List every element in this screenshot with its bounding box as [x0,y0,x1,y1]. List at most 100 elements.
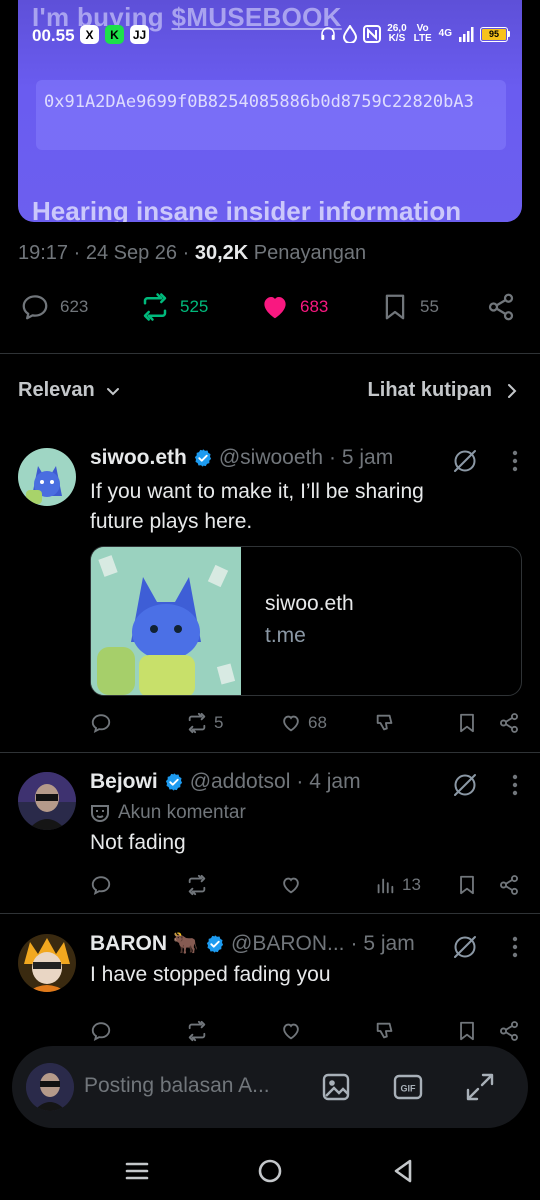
downvote-button[interactable] [374,712,396,734]
avatar[interactable] [18,772,76,830]
reply-button[interactable] [90,712,112,734]
bookmark-button[interactable] [456,1020,478,1042]
grok-icon[interactable] [452,448,478,474]
more-icon[interactable] [512,936,518,958]
image-icon[interactable] [320,1071,352,1103]
reply-composer[interactable]: Posting balasan A... GIF [12,1046,528,1128]
user-handle[interactable]: @siwooeth [219,446,323,470]
bookmark-icon [385,294,405,320]
my-avatar [26,1063,74,1111]
display-name[interactable]: BARON 🐂 [90,932,199,956]
thumbs-down-icon [376,1022,393,1039]
gif-icon[interactable]: GIF [392,1071,424,1103]
x-app-icon: X [80,25,99,44]
avatar[interactable] [18,934,76,992]
views-bar-icon [377,878,394,894]
battery-icon: 95 [480,26,510,42]
reply-header: Bejowi @addotsol · 4 jam [90,770,361,794]
reply-text: If you want to make it, I’ll be sharing … [90,480,424,533]
repost-button[interactable]: 525 [140,292,208,322]
share-button[interactable] [498,1020,520,1042]
bookmark-icon [460,875,474,895]
share-icon [500,1021,518,1041]
link-card-domain: t.me [265,624,306,647]
share-icon [500,713,518,733]
bookmark-button[interactable] [456,712,478,734]
expand-icon[interactable] [464,1071,496,1103]
heart-icon [283,1023,299,1040]
share-button[interactable] [498,712,520,734]
share-icon [488,293,514,321]
like-button[interactable]: 68 [280,712,327,734]
repost-button[interactable] [186,874,208,896]
jj-app-icon: JJ [130,25,149,44]
user-handle[interactable]: @addotsol [190,770,291,794]
comment-account-label: Akun komentar [90,802,246,824]
view-quotes-link[interactable]: Lihat kutipan [368,379,518,402]
views-button[interactable]: 13 [374,874,421,896]
reply-item[interactable]: Bejowi @addotsol · 4 jam Akun komentar N… [0,770,540,910]
grok-icon[interactable] [452,934,478,960]
reply-input[interactable]: Posting balasan A... [84,1074,270,1098]
verified-badge-icon [194,449,211,467]
divider [0,752,540,753]
reply-sort-row: Relevan Lihat kutipan [18,376,522,408]
reply-button[interactable] [90,874,112,896]
bookmark-button[interactable]: 55 [380,292,439,322]
reply-item[interactable]: siwoo.eth @siwooeth · 5 jam If you want … [0,446,540,746]
volte-indicator: Vo LTE [413,23,432,44]
repost-icon [188,712,206,734]
downvote-button[interactable] [374,1020,396,1042]
display-name[interactable]: Bejowi [90,770,158,794]
reply-header: BARON 🐂 @BARON... · 5 jam [90,932,415,956]
share-button[interactable] [498,874,520,896]
more-icon[interactable] [512,774,518,796]
post-time: 19:17 [18,242,69,264]
user-handle[interactable]: @BARON... [231,932,345,956]
bookmark-icon [460,1021,474,1041]
like-button[interactable] [280,1020,302,1042]
views-count: 30,2K [194,242,249,264]
divider [0,353,540,354]
sort-dropdown[interactable]: Relevan [18,379,121,402]
contract-address: 0x91A2DAe9699f0B8254085886b0d8759C22820b… [44,92,474,112]
repost-icon [188,1020,206,1042]
repost-button[interactable]: 5 [186,712,223,734]
bull-emoji: 🐂 [172,932,199,955]
repost-count: 5 [214,713,224,732]
mask-icon [91,805,109,822]
heart-filled-icon [264,297,286,319]
back-icon[interactable] [388,1156,418,1186]
display-name[interactable]: siwoo.eth [90,446,187,470]
heart-icon [283,877,299,894]
like-button[interactable]: 683 [260,292,328,322]
reply-button[interactable]: 623 [20,292,88,322]
more-icon[interactable] [512,450,518,472]
reply-item[interactable]: BARON 🐂 @BARON... · 5 jam I have stopped… [0,932,540,1052]
reply-count: 623 [60,297,89,316]
reply-icon [91,714,111,734]
home-icon[interactable] [255,1156,285,1186]
reply-time: · 4 jam [296,770,361,793]
network-speed: 26,0 K/S [387,23,407,44]
bookmark-button[interactable] [456,874,478,896]
link-card[interactable]: siwoo.eth t.me [90,546,522,696]
chevron-down-icon [106,387,119,395]
like-button[interactable] [280,874,302,896]
verified-badge-icon [206,935,224,953]
grok-icon[interactable] [452,772,478,798]
share-button[interactable] [486,292,516,322]
reply-action-bar [90,1020,522,1046]
views-count: 13 [402,875,421,894]
reply-button[interactable] [90,1020,112,1042]
reply-icon [91,1022,111,1042]
avatar[interactable] [18,448,76,506]
recent-apps-icon[interactable] [122,1156,152,1186]
battery-level: 95 [482,28,506,40]
repost-button[interactable] [186,1020,208,1042]
like-count: 683 [300,297,329,316]
reply-text: I have stopped fading you [90,963,331,986]
embed-bottom-text: Hearing insane insider information [32,196,462,222]
signal-icon [459,27,474,42]
heart-icon [283,715,299,732]
